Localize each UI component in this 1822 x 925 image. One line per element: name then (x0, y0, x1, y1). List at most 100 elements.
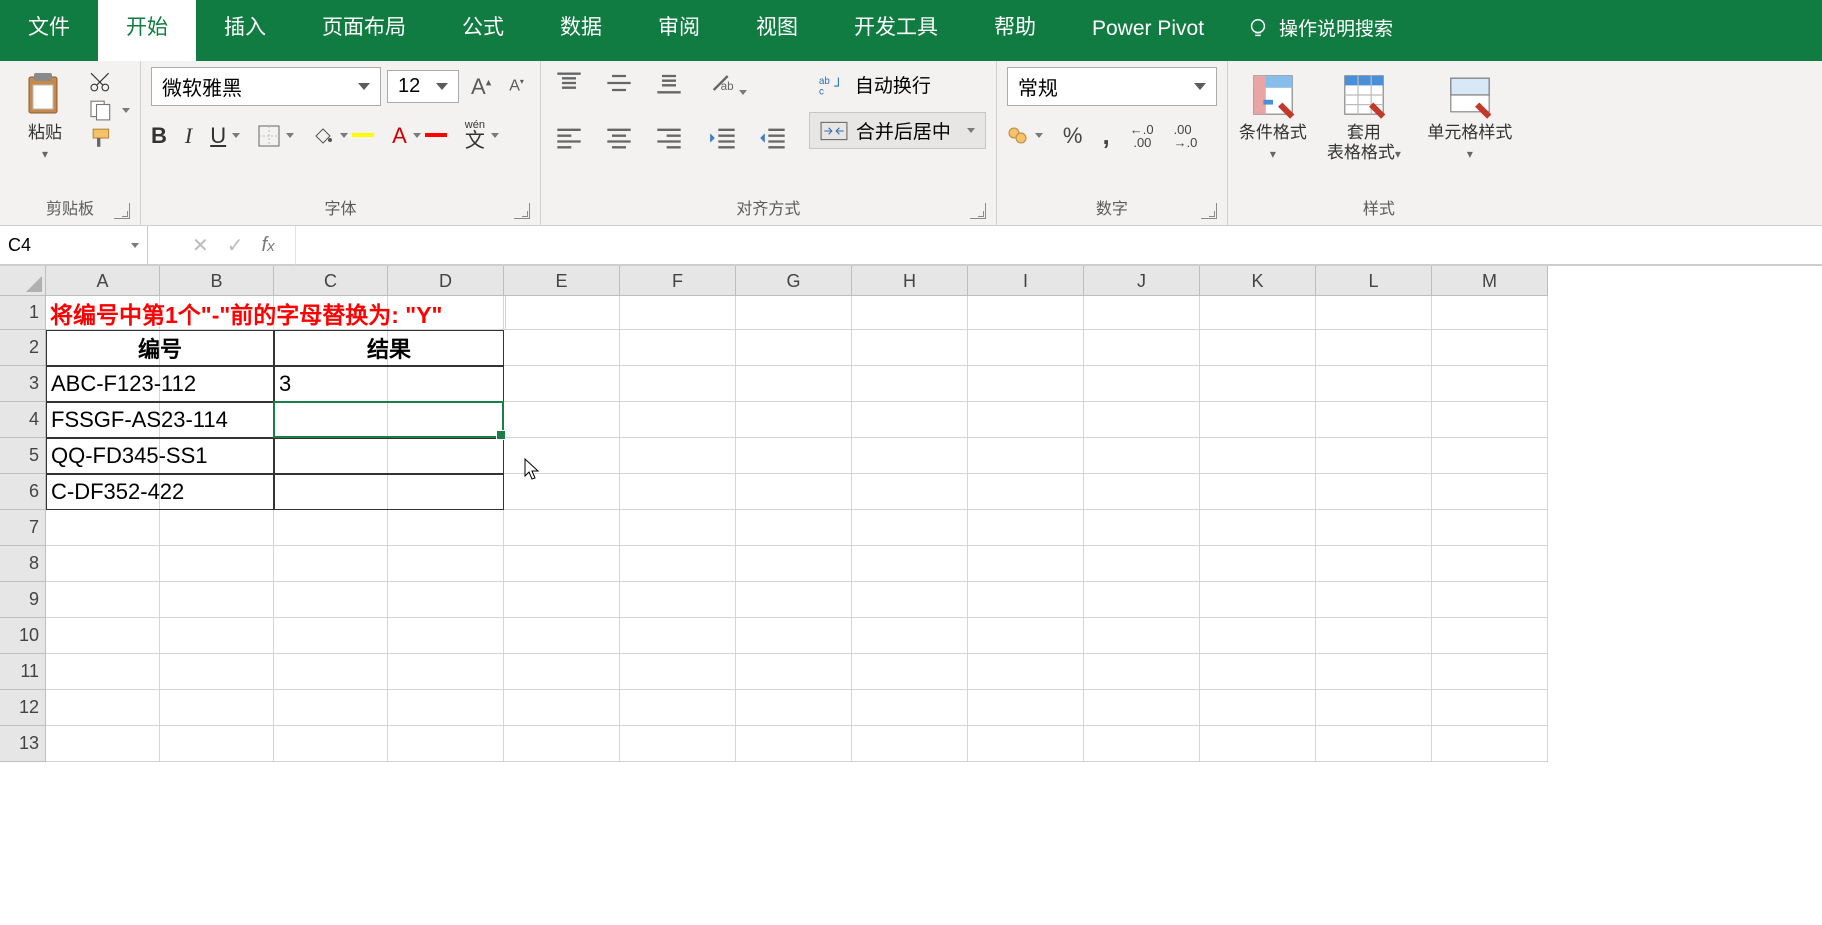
conditional-format-button[interactable]: 条件格式▾ (1238, 67, 1308, 164)
col-header-B[interactable]: B (160, 266, 274, 296)
align-right-button[interactable] (651, 122, 687, 159)
tab-home[interactable]: 开始 (98, 0, 196, 61)
col-header-J[interactable]: J (1084, 266, 1200, 296)
cells-area[interactable]: 将编号中第1个"-"前的字母替换为: "Y"编号结果ABC-F123-1123F… (46, 296, 1548, 762)
tab-formulas[interactable]: 公式 (434, 0, 532, 61)
cell-A6[interactable]: C-DF352-422 (46, 474, 274, 510)
row-header-4[interactable]: 4 (0, 402, 46, 438)
row-header-2[interactable]: 2 (0, 330, 46, 366)
merge-center-button[interactable]: 合并后居中 (809, 112, 986, 149)
tab-view[interactable]: 视图 (728, 0, 826, 61)
col-header-M[interactable]: M (1432, 266, 1548, 296)
accounting-format-button[interactable] (1007, 126, 1043, 146)
row-header-8[interactable]: 8 (0, 546, 46, 582)
font-color-button[interactable]: A (392, 123, 447, 149)
cancel-formula-button[interactable]: ✕ (192, 233, 209, 258)
phonetic-button[interactable]: wén文 (465, 120, 499, 151)
align-center-button[interactable] (601, 122, 637, 159)
paste-button[interactable]: 粘贴▾ (10, 67, 80, 164)
cell-A4[interactable]: FSSGF-AS23-114 (46, 402, 274, 438)
indent-decrease-button[interactable] (705, 122, 741, 159)
confirm-formula-button[interactable]: ✓ (227, 233, 244, 258)
increase-decimal-button[interactable]: ←.0 .00 (1130, 123, 1154, 149)
cell-C5[interactable] (274, 438, 504, 474)
formula-input[interactable] (296, 226, 1822, 265)
cell-A3[interactable]: ABC-F123-112 (46, 366, 274, 402)
cell-styles-icon (1446, 71, 1494, 119)
cell-C6[interactable] (274, 474, 504, 510)
align-dialog-launcher[interactable] (970, 203, 986, 219)
cell-header-id[interactable]: 编号 (46, 330, 274, 366)
align-bottom-button[interactable] (651, 67, 687, 104)
column-headers: ABCDEFGHIJKLM (46, 266, 1548, 296)
clipboard-dialog-launcher[interactable] (114, 203, 130, 219)
cell-A1[interactable]: 将编号中第1个"-"前的字母替换为: "Y" (46, 296, 506, 330)
fill-color-button[interactable] (312, 126, 374, 146)
tell-me-search[interactable]: 操作说明搜索 (1232, 0, 1421, 61)
align-middle-button[interactable] (601, 67, 637, 104)
chevron-down-icon (131, 243, 139, 248)
row-header-10[interactable]: 10 (0, 618, 46, 654)
wrap-text-button[interactable]: abc自动换行 (809, 67, 986, 102)
row-header-12[interactable]: 12 (0, 690, 46, 726)
number-dialog-launcher[interactable] (1201, 203, 1217, 219)
copy-button[interactable] (88, 99, 130, 121)
font-size-select[interactable]: 12 (387, 70, 459, 103)
tab-insert[interactable]: 插入 (196, 0, 294, 61)
cell-styles-button[interactable]: 单元格样式▾ (1420, 67, 1520, 164)
tab-data[interactable]: 数据 (532, 0, 630, 61)
name-box[interactable]: C4 (0, 226, 148, 265)
row-header-7[interactable]: 7 (0, 510, 46, 546)
row-header-1[interactable]: 1 (0, 296, 46, 330)
col-header-A[interactable]: A (46, 266, 160, 296)
tab-help[interactable]: 帮助 (966, 0, 1064, 61)
col-header-E[interactable]: E (504, 266, 620, 296)
cut-button[interactable] (88, 71, 130, 93)
col-header-K[interactable]: K (1200, 266, 1316, 296)
percent-button[interactable]: % (1063, 123, 1083, 149)
align-left-button[interactable] (551, 122, 587, 159)
comma-button[interactable]: , (1102, 120, 1109, 151)
cell-header-result[interactable]: 结果 (274, 330, 504, 366)
tab-file[interactable]: 文件 (0, 0, 98, 61)
indent-increase-button[interactable] (755, 122, 791, 159)
ribbon: 粘贴▾ 剪贴板 微软雅黑 12 A▴ A▾ B I U (0, 61, 1822, 226)
format-painter-button[interactable] (88, 127, 130, 149)
col-header-F[interactable]: F (620, 266, 736, 296)
orientation-button[interactable]: ab (705, 67, 791, 104)
bold-button[interactable]: B (151, 123, 167, 149)
row-header-13[interactable]: 13 (0, 726, 46, 762)
col-header-D[interactable]: D (388, 266, 504, 296)
scissors-icon (88, 71, 116, 93)
underline-button[interactable]: U (210, 123, 240, 149)
cell-C4[interactable] (274, 402, 504, 438)
font-dialog-launcher[interactable] (514, 203, 530, 219)
row-header-9[interactable]: 9 (0, 582, 46, 618)
select-all-triangle[interactable] (0, 266, 46, 296)
decrease-decimal-button[interactable]: .00→.0 (1174, 123, 1198, 149)
col-header-G[interactable]: G (736, 266, 852, 296)
tab-powerpivot[interactable]: Power Pivot (1064, 0, 1232, 61)
decrease-font-button[interactable]: A▾ (503, 77, 530, 95)
row-header-5[interactable]: 5 (0, 438, 46, 474)
format-as-table-button[interactable]: 套用 表格格式▾ (1316, 67, 1412, 164)
row-header-3[interactable]: 3 (0, 366, 46, 402)
number-format-select[interactable]: 常规 (1007, 67, 1217, 106)
row-header-11[interactable]: 11 (0, 654, 46, 690)
italic-button[interactable]: I (185, 123, 192, 149)
row-header-6[interactable]: 6 (0, 474, 46, 510)
font-name-select[interactable]: 微软雅黑 (151, 67, 381, 106)
tab-page-layout[interactable]: 页面布局 (294, 0, 434, 61)
increase-font-button[interactable]: A▴ (465, 74, 497, 100)
align-top-button[interactable] (551, 67, 587, 104)
insert-function-button[interactable]: fx (262, 234, 275, 257)
col-header-I[interactable]: I (968, 266, 1084, 296)
borders-button[interactable] (258, 125, 294, 147)
tab-review[interactable]: 审阅 (630, 0, 728, 61)
col-header-C[interactable]: C (274, 266, 388, 296)
cell-A5[interactable]: QQ-FD345-SS1 (46, 438, 274, 474)
col-header-H[interactable]: H (852, 266, 968, 296)
cell-C3[interactable]: 3 (274, 366, 504, 402)
col-header-L[interactable]: L (1316, 266, 1432, 296)
tab-developer[interactable]: 开发工具 (826, 0, 966, 61)
